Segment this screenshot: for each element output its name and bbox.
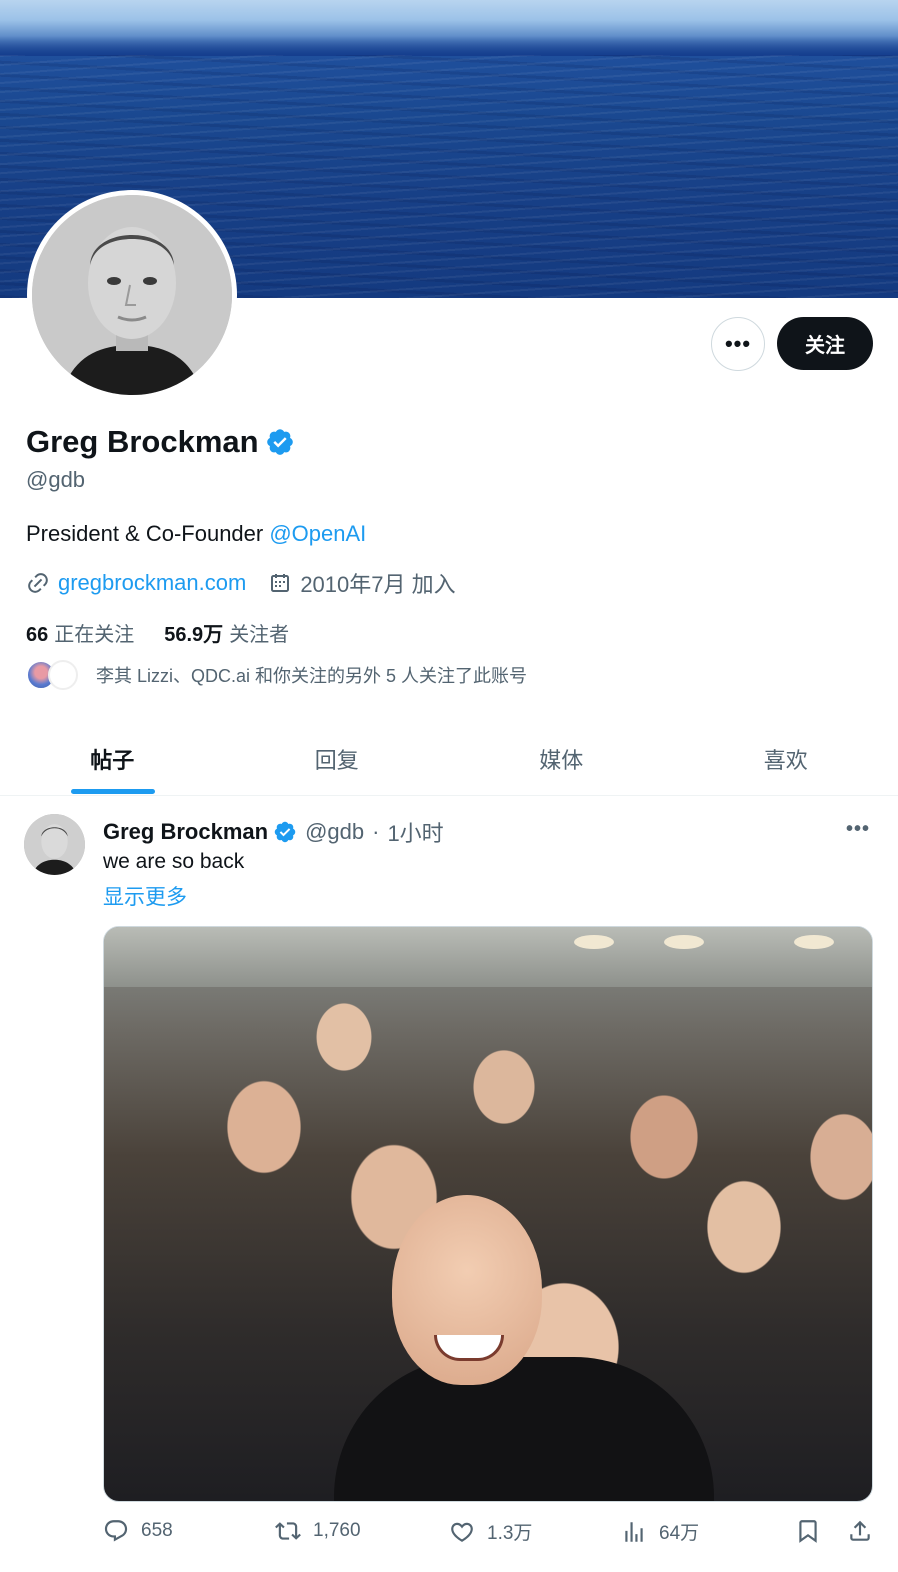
post-separator: ·: [372, 819, 380, 844]
display-name: Greg Brockman: [26, 424, 259, 459]
post-media-image[interactable]: [103, 926, 873, 1502]
profile-tabs: 帖子 回复 媒体 喜欢: [0, 722, 898, 796]
calendar-icon: [271, 574, 290, 592]
like-count: 1.3万: [487, 1523, 533, 1544]
following-count: 66: [26, 624, 49, 646]
followers-label: 关注者: [229, 624, 290, 646]
active-tab-indicator: [71, 789, 155, 794]
view-count: 64万: [659, 1523, 700, 1544]
profile-avatar[interactable]: [27, 190, 237, 400]
heart-icon: [451, 1522, 473, 1542]
tab-replies[interactable]: 回复: [225, 722, 450, 795]
post-header: Greg Brockman @gdb · 1小时: [103, 816, 444, 848]
analytics-icon: [625, 1521, 643, 1542]
more-options-button[interactable]: •••: [711, 317, 765, 371]
mutual-avatars: [26, 660, 82, 690]
link-icon: [28, 573, 48, 593]
post-more-button[interactable]: •••: [846, 818, 870, 841]
bookmark-button[interactable]: [795, 1518, 821, 1544]
following-label: 正在关注: [54, 624, 135, 646]
verified-badge-icon[interactable]: [273, 820, 297, 844]
followers-stat[interactable]: 56.9万 关注者: [164, 618, 289, 647]
reply-button[interactable]: 658: [103, 1518, 173, 1544]
views-button[interactable]: 64万: [621, 1518, 699, 1545]
profile-handle: @gdb: [26, 467, 86, 492]
photo-lamp: [664, 935, 704, 949]
follow-button[interactable]: 关注: [777, 317, 873, 370]
joined-date: 2010年7月 加入: [268, 567, 456, 599]
avatar-portrait-icon: [32, 195, 232, 395]
tab-media[interactable]: 媒体: [449, 722, 674, 795]
bio-mention-link[interactable]: @OpenAI: [269, 521, 366, 546]
joined-text: 2010年7月 加入: [300, 572, 456, 597]
share-icon: [850, 1520, 870, 1541]
share-button[interactable]: [847, 1518, 873, 1544]
show-more-link[interactable]: 显示更多: [103, 881, 187, 911]
bio-text: President & Co-Founder: [26, 521, 270, 546]
repost-count: 1,760: [313, 1520, 361, 1541]
website-link[interactable]: gregbrockman.com: [58, 570, 246, 596]
reply-count: 658: [141, 1520, 173, 1541]
photo-lamp: [574, 935, 614, 949]
avatar-photo: [32, 195, 232, 395]
mutual-avatar: [48, 660, 78, 690]
reply-icon: [104, 1520, 128, 1542]
bookmark-icon: [799, 1520, 817, 1543]
tab-posts[interactable]: 帖子: [0, 722, 225, 795]
profile-name-row: Greg Brockman: [26, 424, 295, 460]
photo-ceiling: [104, 927, 872, 987]
post-author-name[interactable]: Greg Brockman: [103, 819, 268, 845]
post-actions: 658 1,760 1.3万 64万: [103, 1518, 873, 1558]
like-button[interactable]: 1.3万: [449, 1518, 532, 1545]
following-stat[interactable]: 66 正在关注: [26, 618, 134, 647]
photo-lamp: [794, 935, 834, 949]
followers-you-know[interactable]: 李其 Lizzi、QDC.ai 和你关注的另外 5 人关注了此账号: [26, 660, 527, 690]
profile-bio: President & Co-Founder @OpenAI: [26, 521, 366, 547]
tab-likes[interactable]: 喜欢: [674, 722, 898, 795]
post-author-avatar[interactable]: [24, 814, 85, 875]
banner-horizon: [0, 36, 898, 56]
followers-count: 56.9万: [164, 624, 224, 646]
avatar-portrait-icon: [24, 814, 85, 875]
followed-by-text: 李其 Lizzi、QDC.ai 和你关注的另外 5 人关注了此账号: [96, 666, 528, 686]
repost-icon: [275, 1522, 301, 1540]
post-author-handle[interactable]: @gdb: [305, 819, 364, 845]
profile-meta: gregbrockman.com 2010年7月 加入: [26, 567, 456, 599]
repost-button[interactable]: 1,760: [275, 1518, 361, 1544]
photo-foreground-jacket: [334, 1357, 714, 1501]
follow-stats: 66 正在关注 56.9万 关注者: [26, 618, 289, 647]
post-text: we are so back: [103, 850, 245, 873]
post-timestamp[interactable]: 1小时: [387, 816, 443, 848]
verified-badge-icon[interactable]: [265, 427, 295, 457]
